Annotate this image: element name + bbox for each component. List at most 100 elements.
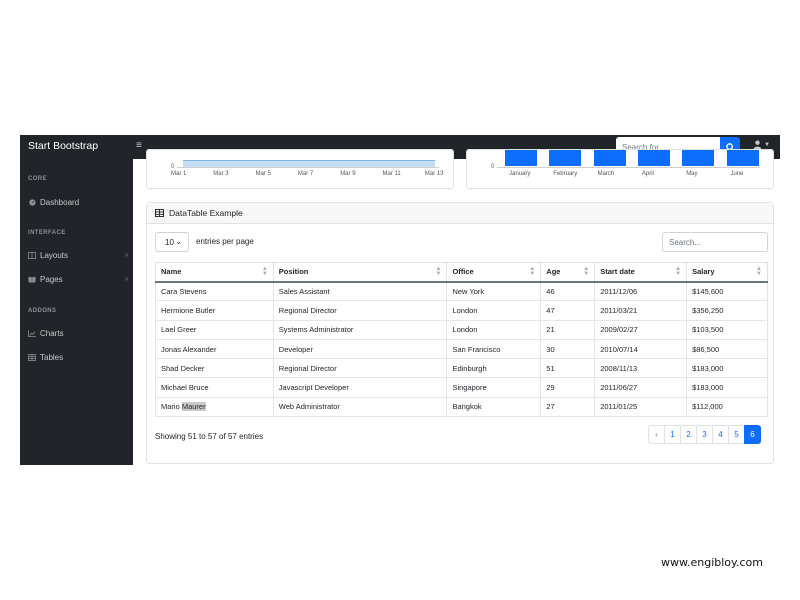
sidebar-item-label: Charts: [40, 328, 64, 338]
x-tick-label: Mar 13: [424, 171, 444, 177]
pagination-page-4[interactable]: 4: [712, 425, 729, 444]
datatable-header: DataTable Example: [147, 203, 773, 224]
table-cell: $112,000: [686, 396, 768, 418]
pagination-page-3[interactable]: 3: [696, 425, 713, 444]
sidebar-item-tables[interactable]: Tables: [28, 350, 128, 364]
datatable-title: DataTable Example: [169, 208, 243, 218]
column-header[interactable]: Office ▲ ▼: [446, 262, 542, 283]
book-icon: [28, 275, 36, 283]
table-cell: 2011/06/27: [594, 377, 688, 398]
sort-icon: ▲ ▼: [675, 266, 682, 277]
table-cell: Jonas Alexander: [155, 338, 274, 360]
bar-mark: [505, 150, 537, 166]
table-row: Lael Greer Systems Administrator London 21 2…: [155, 319, 768, 340]
table-cell: 2011/12/06: [594, 280, 688, 302]
table-cell: 2011/03/21: [594, 300, 688, 321]
table-cell: 30: [540, 338, 596, 360]
table-row: Hermione Butler Regional Director London 47…: [155, 300, 768, 321]
table-body: Cara Stevens Sales Assistant New York 46 201…: [155, 280, 768, 418]
sidebar-item-charts[interactable]: Charts: [28, 326, 128, 340]
sidebar-item-dashboard[interactable]: Dashboard: [28, 195, 128, 209]
brand-link[interactable]: Start Bootstrap: [28, 140, 98, 152]
sidebar-item-label: Tables: [40, 352, 64, 362]
entries-per-page-label: entries per page: [196, 237, 254, 246]
table-row: Jonas Alexander Developer San Francisco 30 2…: [155, 338, 768, 360]
table-cell: Bangkok: [446, 396, 542, 418]
x-tick-label: Mar 9: [340, 171, 356, 177]
selected-text: Maurer: [181, 402, 206, 412]
table-icon: [28, 353, 36, 361]
entries-per-page-value: 10: [165, 237, 174, 247]
table-cell: Lael Greer: [155, 319, 274, 340]
column-header[interactable]: Start date ▲ ▼: [594, 262, 688, 283]
area-chart-axis: [177, 167, 439, 168]
pagination-page-1[interactable]: 1: [664, 425, 681, 444]
datatable-search-input[interactable]: [662, 232, 768, 252]
sidebar-item-layouts[interactable]: Layouts ›: [28, 248, 128, 262]
table-cell: $183,000: [686, 358, 768, 379]
area-chart-card: 0 Mar 1 Mar 3 Mar 5 Mar 7 Mar 9 Mar 11 Mar 13: [146, 149, 454, 189]
bar-chart-axis: [497, 167, 759, 168]
table-row: Mario Maurer Web Administrator Bangkok 27 20…: [155, 396, 768, 418]
table-cell: Sales Assistant: [272, 280, 448, 302]
columns-icon: [28, 251, 36, 259]
datatable-table: Name ▲ ▼ Position ▲ ▼ Office ▲ ▼ Age ▲ ▼ Start date ▲…: [155, 262, 768, 418]
table-cell: 27: [540, 396, 596, 418]
table-cell: Shad Decker: [155, 358, 274, 379]
x-tick-label: Mar 5: [255, 171, 271, 177]
bar-chart-card: 0 January February March April May June: [466, 149, 774, 189]
table-cell: $183,000: [686, 377, 768, 398]
chevron-down-icon: ⌄: [175, 237, 182, 246]
table-cell: $86,500: [686, 338, 768, 360]
table-cell: San Francisco: [446, 338, 542, 360]
table-cell: Regional Director: [272, 358, 448, 379]
x-tick-label: February: [553, 171, 578, 177]
sidebar-item-label: Pages: [40, 274, 63, 284]
table-cell: 46: [540, 280, 596, 302]
column-header[interactable]: Name ▲ ▼: [155, 262, 274, 283]
table-cell: 51: [540, 358, 596, 379]
column-header[interactable]: Position ▲ ▼: [272, 262, 448, 283]
column-header[interactable]: Salary ▲ ▼: [686, 262, 768, 283]
chart-icon: [28, 329, 36, 337]
user-dropdown[interactable]: ▼: [753, 140, 770, 149]
column-header-label: Name: [161, 267, 182, 277]
table-cell: Regional Director: [272, 300, 448, 321]
chevron-right-icon: ›: [125, 250, 128, 259]
table-cell: Cara Stevens: [155, 280, 274, 302]
pagination-page-2[interactable]: 2: [680, 425, 697, 444]
table-cell: Systems Administrator: [272, 319, 448, 340]
table-cell: Singapore: [446, 377, 542, 398]
dashboard-icon: [28, 198, 36, 206]
pagination-page-5[interactable]: 5: [728, 425, 745, 444]
table-cell: Hermione Butler: [155, 300, 274, 321]
datatable-card: DataTable Example 10 ⌄ entries per page …: [146, 202, 774, 464]
column-header-label: Salary: [692, 267, 715, 277]
column-header[interactable]: Age ▲ ▼: [540, 262, 596, 283]
main-content: 0 Mar 1 Mar 3 Mar 5 Mar 7 Mar 9 Mar 11 Mar 13 …: [133, 149, 780, 465]
x-tick-label: January: [509, 171, 531, 177]
menu-icon[interactable]: ≡: [136, 140, 142, 151]
y-tick-label: 0: [171, 164, 175, 170]
entries-per-page-select[interactable]: 10 ⌄: [155, 232, 189, 252]
table-row: Michael Bruce Javascript Developer Singapo…: [155, 377, 768, 398]
sort-icon: ▲ ▼: [529, 266, 536, 277]
bar-mark: [549, 150, 582, 166]
sidebar-item-label: Layouts: [40, 250, 69, 260]
pagination-prev-button[interactable]: ‹: [648, 425, 665, 444]
pagination: ‹ 1 2 3 4 5 6: [648, 425, 761, 444]
pagination-page-6[interactable]: 6: [744, 425, 761, 444]
x-tick-label: Mar 7: [297, 171, 314, 177]
x-tick-label: Mar 11: [382, 171, 401, 177]
table-cell: $145,600: [686, 280, 768, 302]
x-tick-label: May: [686, 171, 698, 177]
table-row: Cara Stevens Sales Assistant New York 46 201…: [155, 280, 768, 302]
table-cell: $356,250: [686, 300, 768, 321]
sidebar-heading-addons: ADDONS: [28, 308, 57, 314]
sidebar-item-pages[interactable]: Pages ›: [28, 272, 128, 286]
sort-icon: ▲ ▼: [583, 266, 590, 277]
user-icon: [753, 140, 762, 149]
sort-icon: ▲ ▼: [435, 266, 442, 277]
table-cell: Javascript Developer: [272, 377, 448, 398]
column-header-label: Office: [452, 267, 474, 277]
